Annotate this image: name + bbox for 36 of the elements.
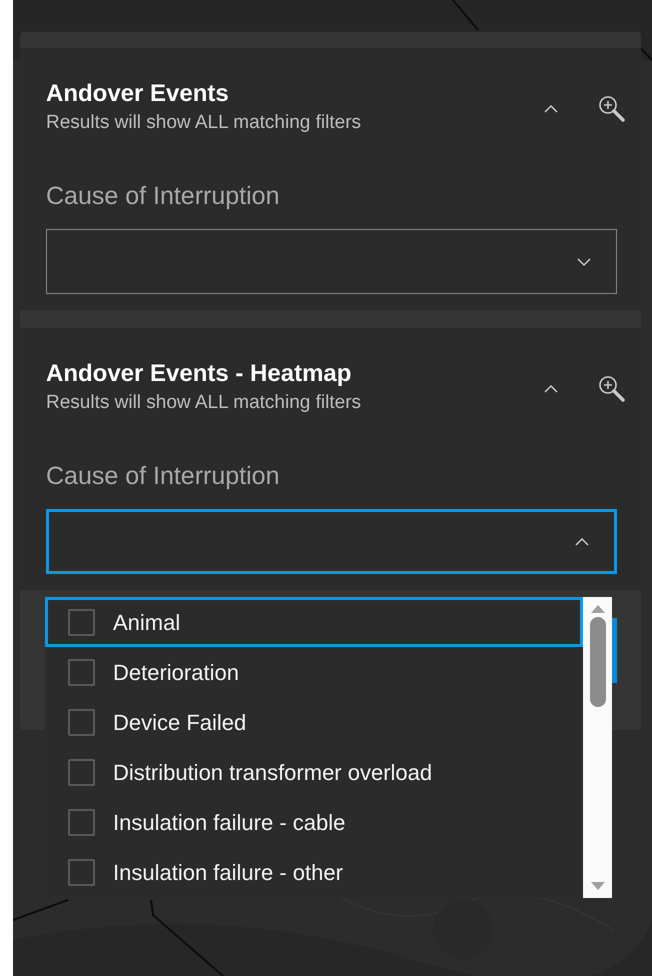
option-item[interactable]: Animal bbox=[45, 597, 583, 647]
option-label: Animal bbox=[113, 608, 180, 636]
option-item[interactable]: Insulation failure - cable bbox=[45, 797, 583, 847]
option-label: Insulation failure - other bbox=[113, 858, 343, 886]
option-label: Distribution transformer overload bbox=[113, 758, 432, 786]
checkbox[interactable] bbox=[68, 758, 95, 786]
zoom-in-icon[interactable] bbox=[597, 374, 627, 404]
scroll-up-icon[interactable] bbox=[590, 603, 604, 613]
checkbox[interactable] bbox=[68, 858, 95, 886]
zoom-in-icon[interactable] bbox=[597, 94, 627, 124]
filter-label: Cause of Interruption bbox=[46, 461, 280, 492]
scroll-down-icon[interactable] bbox=[590, 882, 604, 892]
option-label: Deterioration bbox=[113, 658, 239, 686]
scrollbar-thumb[interactable] bbox=[590, 617, 606, 707]
option-item[interactable]: Distribution transformer overload bbox=[45, 747, 583, 797]
checkbox[interactable] bbox=[68, 708, 95, 736]
section-title: Andover Events bbox=[46, 79, 230, 109]
section-title: Andover Events - Heatmap bbox=[46, 359, 352, 389]
checkbox[interactable] bbox=[68, 608, 95, 636]
section-subtitle: Results will show ALL matching filters bbox=[46, 391, 362, 415]
checkbox[interactable] bbox=[68, 808, 95, 836]
chevron-up-icon bbox=[543, 384, 559, 394]
option-item[interactable]: Deterioration bbox=[45, 647, 583, 697]
option-item[interactable]: Insulation failure - other bbox=[45, 847, 583, 897]
checkbox[interactable] bbox=[68, 658, 95, 686]
scrollbar[interactable] bbox=[583, 597, 612, 898]
option-label: Insulation failure - cable bbox=[113, 808, 346, 836]
chevron-up-icon bbox=[543, 104, 559, 114]
option-label: Device Failed bbox=[113, 708, 246, 736]
chevron-down-icon bbox=[576, 256, 592, 266]
select-field[interactable] bbox=[46, 509, 617, 574]
section-subtitle: Results will show ALL matching filters bbox=[46, 111, 362, 135]
option-item[interactable]: Device Failed bbox=[45, 697, 583, 747]
filter-label: Cause of Interruption bbox=[46, 181, 280, 212]
chevron-up-icon bbox=[574, 536, 590, 546]
select-field[interactable] bbox=[46, 229, 617, 294]
